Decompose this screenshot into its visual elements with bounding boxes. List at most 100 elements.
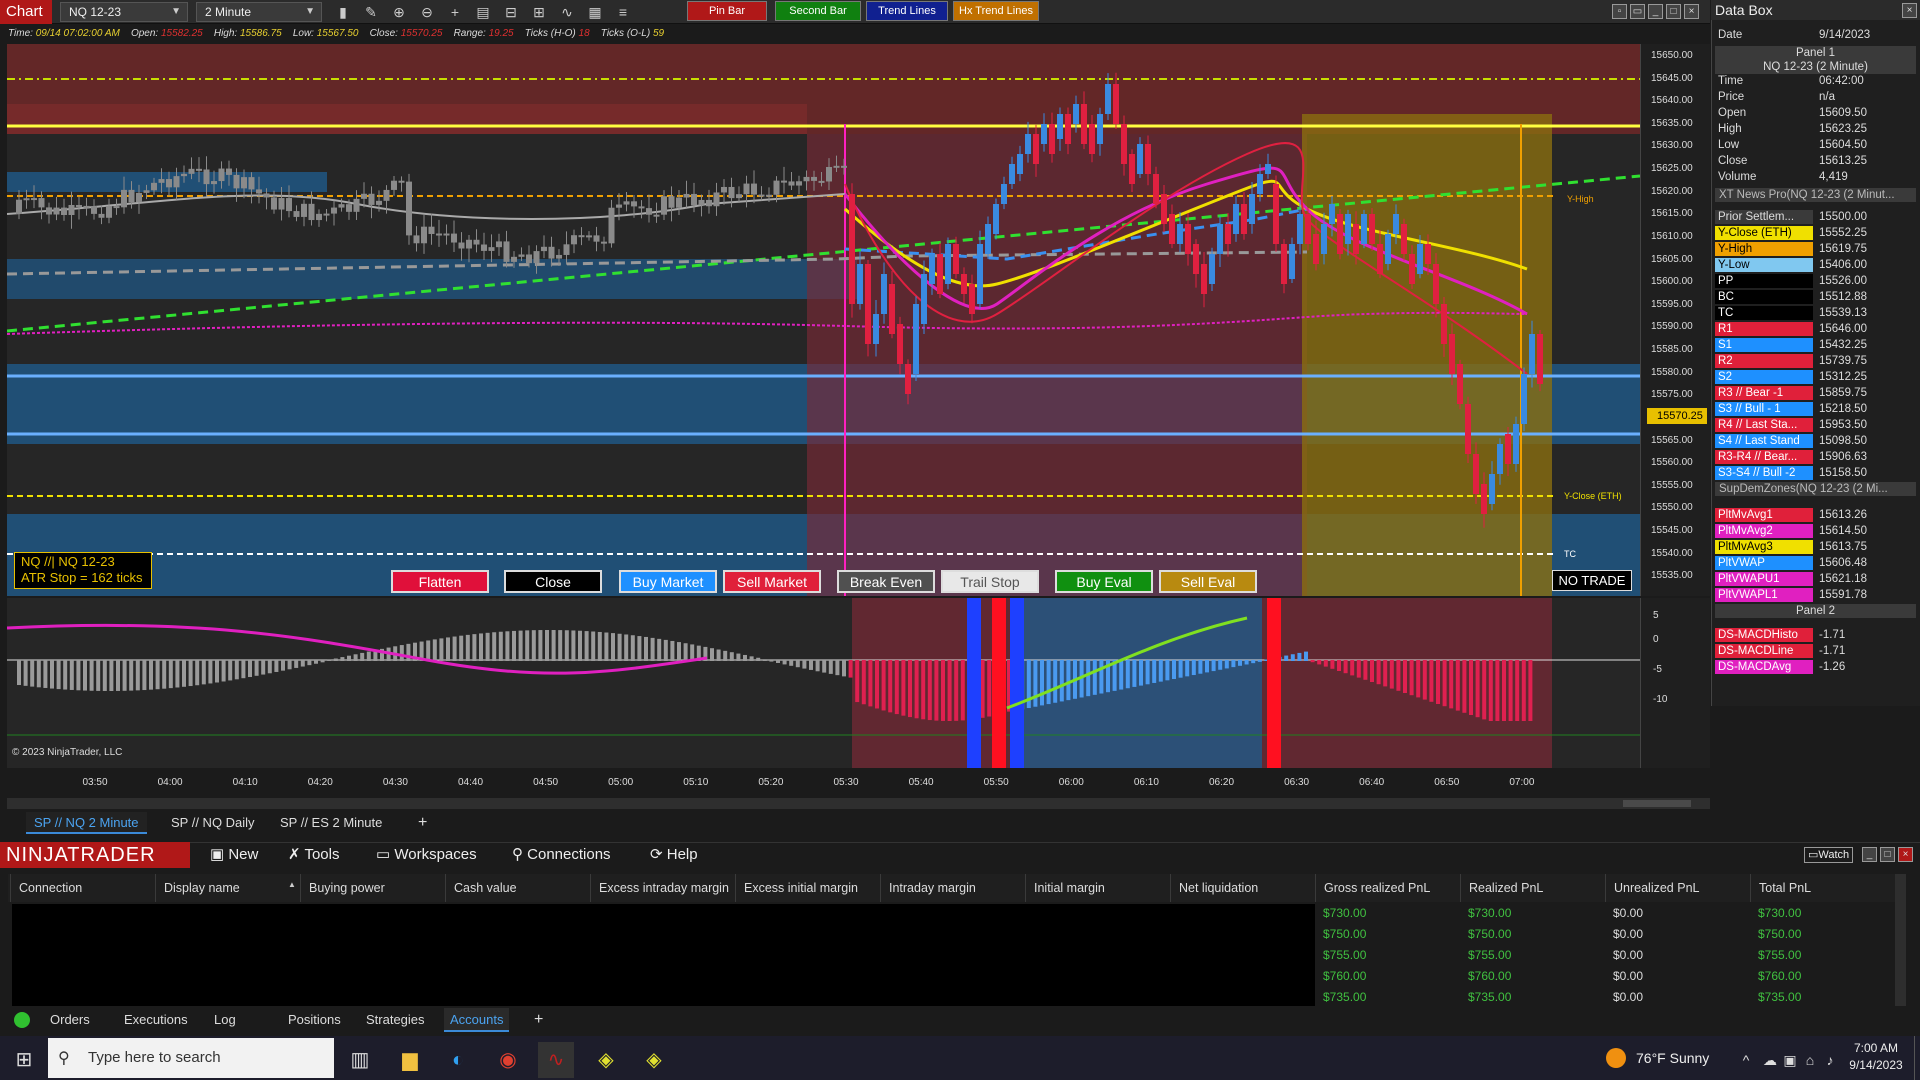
histogram-bar xyxy=(828,660,833,674)
windows-start-icon[interactable]: ⊞ xyxy=(6,1042,42,1078)
drawing-tools-icon[interactable]: ✎ xyxy=(362,3,380,21)
candle-body xyxy=(921,274,927,324)
zoom-out-icon[interactable]: ⊖ xyxy=(418,3,436,21)
sell-market-button[interactable]: Sell Market xyxy=(723,570,821,593)
buy-market-button[interactable]: Buy Market xyxy=(619,570,717,593)
properties-icon[interactable]: ▤ xyxy=(474,3,492,21)
data-box-icon[interactable]: ▦ xyxy=(586,3,604,21)
histogram-bar xyxy=(1350,660,1355,676)
column-header[interactable]: Excess intraday margin xyxy=(590,874,735,902)
instrument-selector[interactable]: NQ 12-23 ▼ xyxy=(60,2,188,22)
macd-axis[interactable]: 5 0 -5 -10 xyxy=(1640,598,1710,768)
tab-accounts[interactable]: Accounts xyxy=(444,1008,510,1032)
candle-body xyxy=(286,198,292,212)
macd-panel[interactable] xyxy=(7,598,1640,768)
task-view-icon[interactable]: ▥ xyxy=(342,1042,378,1078)
second-bar-button[interactable]: Second Bar xyxy=(775,1,861,21)
chrome-icon[interactable]: ◉ xyxy=(490,1042,526,1078)
histogram-bar xyxy=(135,660,140,691)
watch-button[interactable]: ▭Watch xyxy=(1804,847,1854,863)
column-header[interactable]: Realized PnL xyxy=(1460,874,1605,902)
crosshair-icon[interactable]: + xyxy=(446,3,464,21)
sort-icon[interactable]: ▲ xyxy=(288,880,296,889)
tab-strategies[interactable]: Strategies xyxy=(360,1008,431,1032)
add-tab-button[interactable]: + xyxy=(410,812,435,834)
histogram-bar xyxy=(597,631,602,661)
tab-nq-2-minute[interactable]: SP // NQ 2 Minute xyxy=(26,812,147,834)
weather-text[interactable]: 76°F Sunny xyxy=(1636,1036,1709,1080)
tile-icon[interactable]: ▭ xyxy=(1630,4,1645,19)
macd-tick-label: 5 xyxy=(1653,610,1659,621)
histogram-bar xyxy=(531,630,536,661)
instrument-value: NQ 12-23 xyxy=(69,5,122,19)
tab-log[interactable]: Log xyxy=(208,1008,242,1032)
edge-browser-icon[interactable]: ◐ xyxy=(440,1042,476,1078)
menu-list-icon[interactable]: ≡ xyxy=(614,3,632,21)
tab-executions[interactable]: Executions xyxy=(118,1008,194,1032)
chart-window-tab[interactable]: Chart xyxy=(0,0,52,24)
column-header[interactable]: Net liquidation xyxy=(1170,874,1315,902)
app-icon[interactable]: ◈ xyxy=(636,1042,672,1078)
workspaces-icon: ▭ xyxy=(376,846,395,863)
horizontal-scrollbar[interactable] xyxy=(7,798,1710,809)
price-axis[interactable]: 15650.00 15645.00 15640.00 15635.00 15630.00… xyxy=(1640,44,1710,596)
column-header[interactable]: Connection xyxy=(10,874,155,902)
minimize-icon[interactable]: _ xyxy=(1862,847,1877,862)
break-even-button[interactable]: Break Even xyxy=(837,570,935,593)
close-icon[interactable]: × xyxy=(1684,4,1699,19)
tab-orders[interactable]: Orders xyxy=(44,1008,96,1032)
restore-icon[interactable]: ▫ xyxy=(1612,4,1627,19)
menu-new[interactable]: ▣ New xyxy=(210,842,258,868)
file-explorer-icon[interactable]: ▆ xyxy=(392,1042,428,1078)
candle-body xyxy=(563,244,570,255)
taskbar-search-input[interactable]: Type here to search xyxy=(48,1038,334,1078)
menu-workspaces[interactable]: ▭ Workspaces xyxy=(376,842,477,868)
templates-icon[interactable]: ⊟ xyxy=(502,3,520,21)
column-header[interactable]: Total PnL xyxy=(1750,874,1895,902)
pin-bar-button[interactable]: Pin Bar xyxy=(687,1,767,21)
strategies-icon[interactable]: ⊞ xyxy=(530,3,548,21)
trail-stop-button[interactable]: Trail Stop xyxy=(941,570,1039,593)
tab-nq-daily[interactable]: SP // NQ Daily xyxy=(163,812,263,834)
histogram-bar xyxy=(617,633,622,661)
histogram-bar xyxy=(1376,660,1381,685)
column-header[interactable]: Unrealized PnL xyxy=(1605,874,1750,902)
sell-eval-button[interactable]: Sell Eval xyxy=(1159,570,1257,593)
interval-selector[interactable]: 2 Minute ▼ xyxy=(196,2,322,22)
vertical-scrollbar[interactable] xyxy=(1895,874,1906,1006)
menu-help[interactable]: ⟳ Help xyxy=(650,842,698,868)
zoom-in-icon[interactable]: ⊕ xyxy=(390,3,408,21)
menu-connections[interactable]: ⚲ Connections xyxy=(512,842,611,868)
time-axis[interactable]: 03:50 04:00 04:10 04:20 04:30 04:40 04:50 05:00… xyxy=(7,774,1640,796)
scrollbar-thumb[interactable] xyxy=(1623,800,1691,807)
column-header[interactable]: Buying power xyxy=(300,874,445,902)
close-icon[interactable]: × xyxy=(1898,847,1913,862)
column-header[interactable]: Initial margin xyxy=(1025,874,1170,902)
maximize-icon[interactable]: □ xyxy=(1666,4,1681,19)
buy-eval-button[interactable]: Buy Eval xyxy=(1055,570,1153,593)
menu-tools[interactable]: ✗ Tools xyxy=(288,842,340,868)
flatten-button[interactable]: Flatten xyxy=(391,570,489,593)
price-panel[interactable]: Y-High Y-Close (ETH) TC xyxy=(7,44,1640,596)
tab-es-2-minute[interactable]: SP // ES 2 Minute xyxy=(272,812,390,834)
indicators-icon[interactable]: ∿ xyxy=(558,3,576,21)
histogram-bar xyxy=(1132,660,1137,687)
trend-lines-button[interactable]: Trend Lines xyxy=(866,1,948,21)
bar-type-icon[interactable]: ▮ xyxy=(334,3,352,21)
taskbar-clock[interactable]: 7:00 AM 9/14/2023 xyxy=(1840,1040,1912,1074)
ninjatrader-taskbar-icon[interactable]: ∿ xyxy=(538,1042,574,1078)
maximize-icon[interactable]: □ xyxy=(1880,847,1895,862)
show-desktop-button[interactable] xyxy=(1914,1036,1920,1080)
candle-body xyxy=(1009,164,1015,184)
column-header[interactable]: Display name xyxy=(155,874,300,902)
add-tab-button[interactable]: + xyxy=(528,1008,549,1032)
column-header[interactable]: Intraday margin xyxy=(880,874,1025,902)
column-header[interactable]: Gross realized PnL xyxy=(1315,874,1460,902)
close-button[interactable]: Close xyxy=(504,570,602,593)
app-icon[interactable]: ◈ xyxy=(588,1042,624,1078)
minimize-icon[interactable]: _ xyxy=(1648,4,1663,19)
column-header[interactable]: Excess initial margin xyxy=(735,874,880,902)
tab-positions[interactable]: Positions xyxy=(282,1008,347,1032)
column-header[interactable]: Cash value xyxy=(445,874,590,902)
hx-trend-lines-button[interactable]: Hx Trend Lines xyxy=(953,1,1039,21)
